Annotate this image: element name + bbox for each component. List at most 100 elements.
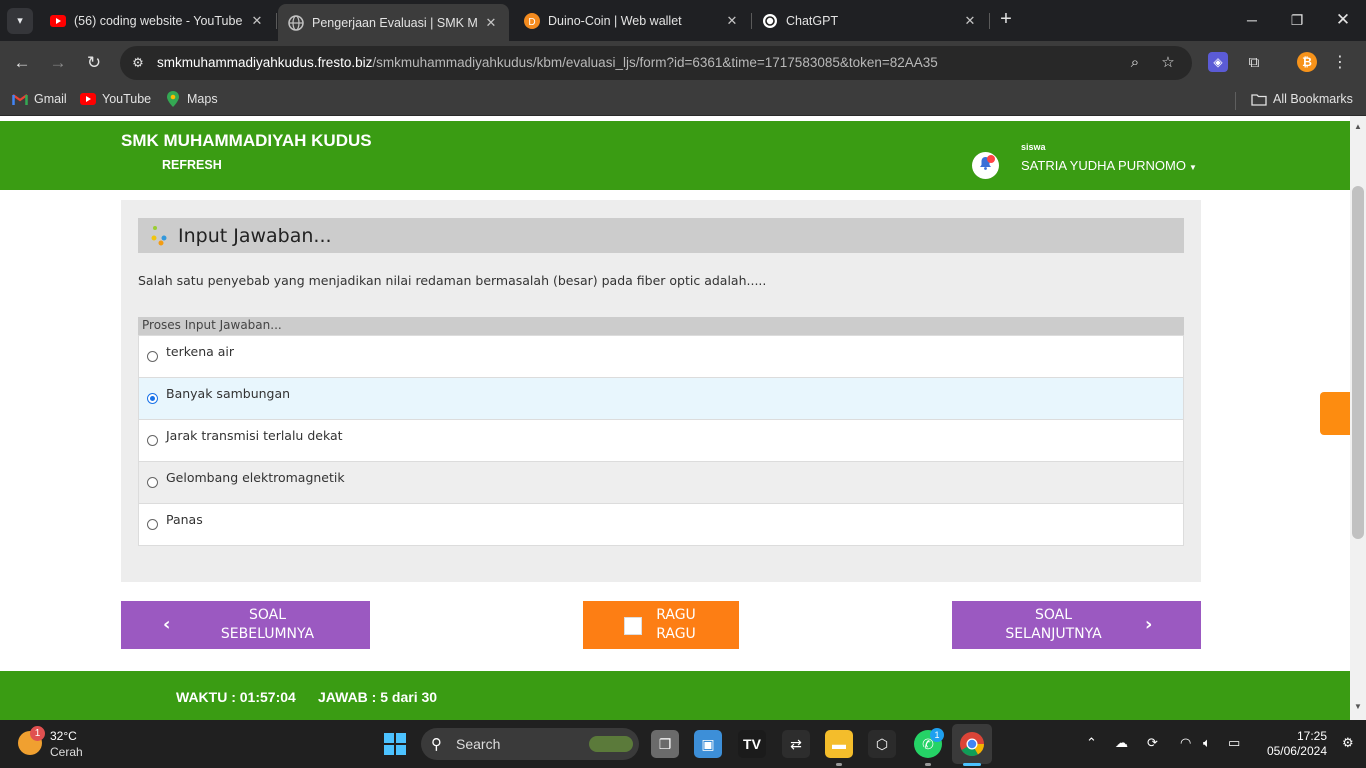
bookmark-star-icon[interactable]: ☆ [1159,54,1177,72]
bookmark-youtube[interactable]: YouTube [80,92,151,106]
search-highlight-image [589,736,633,752]
scroll-down-arrow-icon[interactable]: ▼ [1354,702,1362,711]
active-indicator [963,763,981,766]
taskbar-search[interactable]: ⚲ Search [421,728,639,760]
sync-icon[interactable]: ⟳ [1147,735,1158,751]
user-menu[interactable]: SATRIA YUDHA PURNOMO ▼ [1021,158,1197,173]
page-scrollbar[interactable]: ▲ ▼ [1350,116,1366,720]
all-bookmarks-label: All Bookmarks [1273,92,1353,106]
reload-button[interactable]: ↻ [82,51,106,75]
virtualbox-cube-icon[interactable]: ⬡ [868,730,896,758]
wifi-icon[interactable]: ◠ [1180,735,1191,751]
vpn-extension-icon[interactable]: ◈ [1208,52,1228,72]
radio-button[interactable] [147,393,158,404]
answer-option[interactable]: terkena air [139,335,1183,377]
panel-title-bar: Input Jawaban... [138,218,1184,253]
extensions-puzzle-icon[interactable]: ⧉ [1244,52,1264,72]
chrome-icon[interactable] [958,730,986,758]
page-content: SMK MUHAMMADIYAH KUDUS REFRESH siswa SAT… [0,116,1350,720]
clock-date: 05/06/2024 [1266,744,1327,758]
radio-button[interactable] [147,477,158,488]
task-view-icon[interactable]: ❐ [651,730,679,758]
answer-option[interactable]: Jarak transmisi terlalu dekat [139,419,1183,461]
answer-option-selected[interactable]: Banyak sambungan [139,377,1183,419]
question-text: Salah satu penyebab yang menjadikan nila… [138,273,767,288]
globe-icon [288,14,304,31]
user-role: siswa [1021,142,1046,152]
answer-option[interactable]: Panas [139,503,1183,545]
volume-icon[interactable]: 🔈︎ [1203,735,1211,751]
maximize-button[interactable]: ❐ [1287,10,1307,30]
tab-evaluasi[interactable]: Pengerjaan Evaluasi | SMK MUH ✕ [278,4,509,41]
close-window-button[interactable]: ✕ [1333,10,1353,30]
address-bar[interactable]: ⚙ smkmuhammadiyahkudus.fresto.biz/smkmuh… [120,46,1192,80]
zoom-search-icon[interactable]: ⌕ [1126,54,1144,72]
answer-option[interactable]: Gelombang elektromagnetik [139,461,1183,503]
answer-panel: Input Jawaban... Salah satu penyebab yan… [121,200,1201,582]
refresh-link[interactable]: REFRESH [162,158,222,172]
answer-options: terkena air Banyak sambungan Jarak trans… [138,335,1184,546]
notification-badge [987,155,995,163]
tradingview-icon[interactable]: TV [738,730,766,758]
radio-button[interactable] [147,519,158,530]
close-tab-icon[interactable]: ✕ [724,13,740,29]
tab-search-button[interactable]: ▾ [7,7,33,34]
youtube-icon [50,13,66,29]
tab-title: ChatGPT [786,13,839,28]
forward-button[interactable]: → [46,51,70,75]
next-question-button[interactable]: SOAL SELANJUTNYA › [952,601,1201,649]
arrow-left-icon: ← [13,53,31,72]
tab-duino-coin[interactable]: D Duino-Coin | Web wallet ✕ [514,5,750,36]
ragu-ragu-button[interactable]: RAGU RAGU [583,601,739,649]
file-transfer-icon[interactable]: ⇄ [782,730,810,758]
screen-app-icon[interactable]: ▣ [694,730,722,758]
system-clock[interactable]: 17:25 05/06/2024 [1257,729,1327,759]
floating-side-tab[interactable] [1320,392,1350,435]
bookmark-label: Maps [187,92,218,106]
file-explorer-icon[interactable]: ▬ [825,730,853,758]
more-menu-icon[interactable]: ⋮ [1330,52,1350,72]
running-indicator [836,763,842,766]
weather-condition: Cerah [50,745,83,759]
tab-title: Duino-Coin | Web wallet [548,13,682,28]
search-label: Search [456,736,501,752]
tab-separator [989,13,990,29]
tab-youtube[interactable]: (56) coding website - YouTube ✕ [40,5,275,36]
bookmark-label: YouTube [102,92,152,106]
new-tab-button[interactable]: + [996,9,1016,30]
close-tab-icon[interactable]: ✕ [249,13,265,29]
bookmark-gmail[interactable]: Gmail [12,92,67,106]
scroll-up-arrow-icon[interactable]: ▲ [1354,122,1362,131]
close-tab-icon[interactable]: ✕ [483,15,499,31]
radio-button[interactable] [147,351,158,362]
chevron-up-icon[interactable]: ⌃ [1086,735,1097,751]
notification-button[interactable] [972,152,999,179]
browser-toolbar: ← → ↻ ⚙ smkmuhammadiyahkudus.fresto.biz/… [0,41,1366,85]
gmail-icon [12,92,28,106]
weather-widget[interactable]: 1 32°C Cerah [18,726,118,760]
onedrive-icon[interactable]: ☁ [1115,735,1128,751]
ragu-label-line2: RAGU [656,626,696,642]
scrollbar-thumb[interactable] [1352,186,1364,539]
previous-question-button[interactable]: ‹ SOAL SEBELUMNYA [121,601,370,649]
back-button[interactable]: ← [10,51,34,75]
bookmarks-bar: Gmail YouTube Maps All Bookmarks [0,85,1366,116]
option-label: terkena air [166,344,235,359]
site-info-icon[interactable]: ⚙ [129,54,147,72]
radio-button[interactable] [147,435,158,446]
close-tab-icon[interactable]: ✕ [962,13,978,29]
all-bookmarks-button[interactable]: All Bookmarks [1251,92,1353,106]
tab-title: (56) coding website - YouTube [74,13,243,28]
battery-icon[interactable]: ▭ [1228,735,1240,751]
running-indicator [925,763,931,766]
url-text[interactable]: smkmuhammadiyahkudus.fresto.biz/smkmuham… [157,55,938,70]
notification-center-icon[interactable]: ⚙ [1342,735,1354,751]
start-button-windows-icon[interactable] [384,733,406,755]
bookmark-maps[interactable]: Maps [165,91,218,107]
next-label-line1: SOAL [1034,607,1073,623]
school-name: SMK MUHAMMADIYAH KUDUS [121,131,372,150]
bitcoin-extension-icon[interactable]: ₿ [1297,52,1317,72]
minimize-button[interactable]: ─ [1242,10,1262,30]
tab-chatgpt[interactable]: ChatGPT ✕ [752,5,988,36]
timer-text: WAKTU : 01:57:04 [176,689,296,705]
